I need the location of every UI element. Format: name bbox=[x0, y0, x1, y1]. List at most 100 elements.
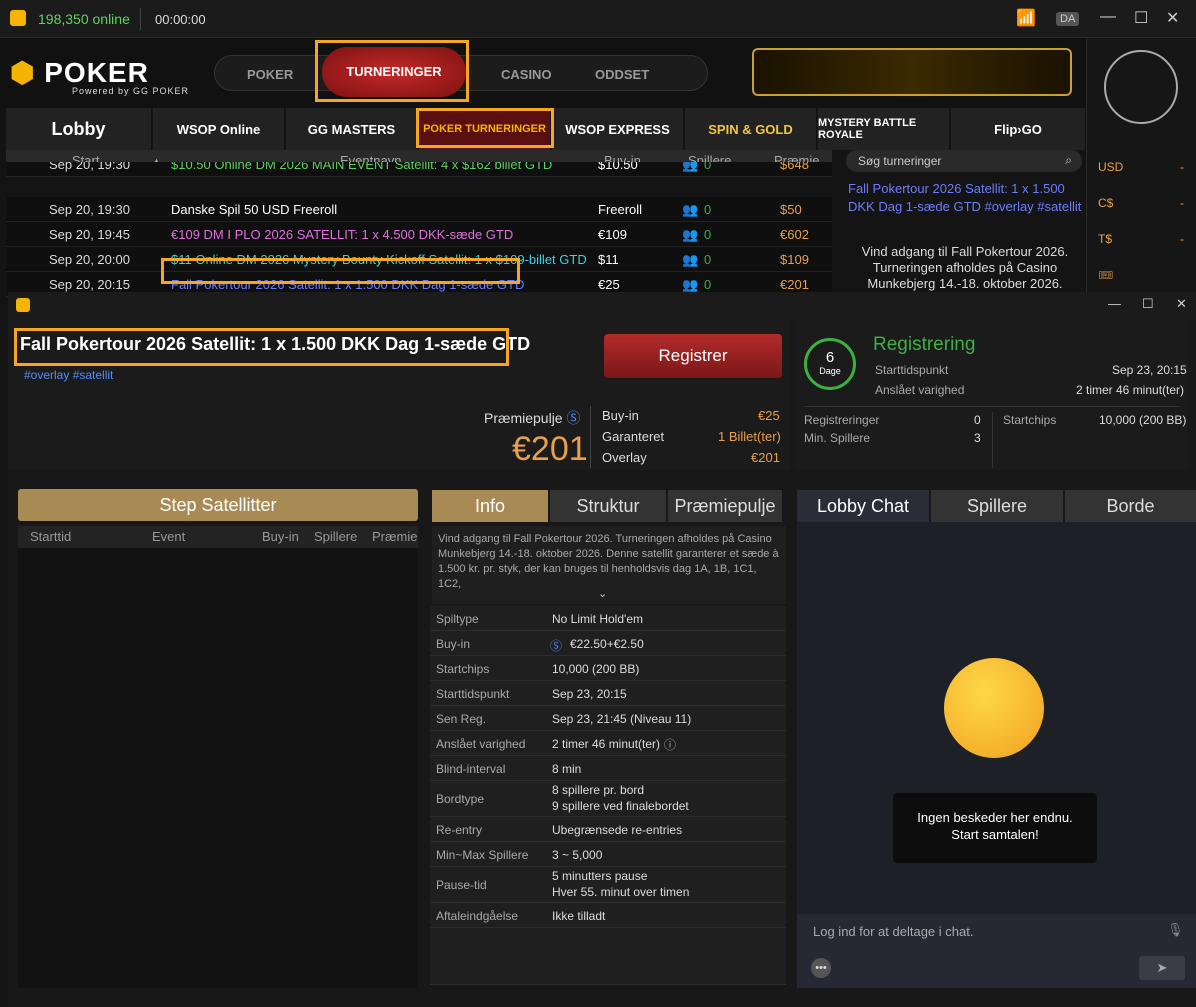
info-row: Blind-interval 8 min bbox=[430, 756, 786, 781]
send-button[interactable]: ➤ bbox=[1139, 956, 1185, 980]
start-label: Starttidspunkt bbox=[875, 363, 949, 377]
tab-battle-royale[interactable]: MYSTERY BATTLE ROYALE bbox=[818, 108, 950, 150]
poker-logo: ⬢ POKER Powered by GG POKER bbox=[10, 56, 188, 96]
col-players[interactable]: Spillere bbox=[314, 529, 357, 544]
maximize-button[interactable]: ☐ bbox=[1134, 8, 1148, 28]
chat-input[interactable]: Log ind for at deltage i chat. bbox=[813, 924, 973, 939]
nav-poker[interactable]: POKER bbox=[247, 67, 293, 82]
row-players: 0 bbox=[704, 227, 712, 242]
close-button[interactable]: ✕ bbox=[1176, 296, 1187, 312]
chevron-down-icon[interactable]: ⌄ bbox=[598, 587, 607, 602]
tab-ggmasters[interactable]: GG MASTERS bbox=[286, 108, 418, 150]
info-filler bbox=[430, 928, 786, 985]
info-row: Pause-tid 5 minutters pause Hver 55. min… bbox=[430, 867, 786, 903]
highlight-row bbox=[161, 258, 520, 284]
row-start: Sep 20, 19:30 bbox=[49, 162, 130, 172]
tab-label: WSOP EXPRESS bbox=[565, 121, 670, 137]
nav-casino[interactable]: CASINO bbox=[501, 67, 552, 82]
tab-info[interactable]: Info bbox=[432, 490, 548, 522]
col-buyin[interactable]: Buy-in bbox=[262, 529, 299, 544]
table-row[interactable]: Sep 20, 19:45 €109 DM I PLO 2026 SATELLI… bbox=[6, 222, 832, 247]
prizepool-label: Præmiepulje Ⓢ bbox=[484, 408, 580, 428]
event-tags[interactable]: #overlay #satellit bbox=[24, 368, 113, 382]
table-row[interactable]: Sep 20, 19:30 Danske Spil 50 USD Freerol… bbox=[6, 197, 832, 222]
status-state: Registrering bbox=[873, 334, 976, 355]
registrations-label: Registreringer bbox=[804, 413, 880, 427]
close-button[interactable]: ✕ bbox=[1166, 8, 1179, 28]
row-prize: $648 bbox=[780, 162, 809, 172]
startchips-label: Startchips bbox=[1003, 413, 1057, 427]
players-icon: 👥 bbox=[682, 252, 699, 267]
tab-wsop-express[interactable]: WSOP EXPRESS bbox=[552, 108, 684, 150]
tab-struktur[interactable]: Struktur bbox=[550, 490, 666, 522]
side-description: Vind adgang til Fall Pokertour 2026. Tur… bbox=[861, 244, 1069, 291]
register-button[interactable]: Registrer bbox=[604, 334, 782, 378]
info-icon[interactable]: ⓘ bbox=[664, 736, 676, 753]
row-event: €109 DM I PLO 2026 SATELLIT: 1 x 4.500 D… bbox=[171, 227, 514, 242]
min-players-label: Min. Spillere bbox=[804, 431, 871, 445]
side-title[interactable]: Fall Pokertour 2026 Satellit: 1 x 1.500 … bbox=[848, 180, 1082, 216]
step-satellites-title: Step Satellitter bbox=[18, 489, 418, 521]
dice-icon: ⬢ bbox=[10, 57, 36, 88]
guaranteed-label: Garanteret bbox=[602, 429, 665, 444]
tab-spin-gold[interactable]: SPIN & GOLD bbox=[685, 108, 817, 150]
info-value-2: 9 spillere ved finalebordet bbox=[552, 799, 689, 813]
info-intro-text: Vind adgang til Fall Pokertour 2026. Tur… bbox=[438, 533, 779, 590]
days-number: 6 bbox=[825, 349, 835, 366]
tab-lobby-chat[interactable]: Lobby Chat bbox=[797, 490, 929, 522]
promo-banner[interactable] bbox=[752, 48, 1072, 96]
info-row: Re-entry Ubegrænsede re-entries bbox=[430, 817, 786, 842]
row-prize: €201 bbox=[780, 277, 809, 292]
info-row: Startchips 10,000 (200 BB) bbox=[430, 656, 786, 681]
tab-borde[interactable]: Borde bbox=[1065, 490, 1196, 522]
info-value: Sep 23, 21:45 (Niveau 11) bbox=[552, 712, 692, 726]
players-icon: 👥 bbox=[682, 202, 699, 217]
more-icon[interactable]: ••• bbox=[811, 958, 831, 978]
info-row: Sen Reg. Sep 23, 21:45 (Niveau 11) bbox=[430, 706, 786, 731]
currency-label: C$ bbox=[1098, 196, 1114, 210]
tab-wsop-online[interactable]: WSOP Online bbox=[153, 108, 285, 150]
info-value: Ikke tilladt bbox=[552, 909, 606, 923]
title-bar: 198,350 online 00:00:00 📶 DA — ☐ ✕ bbox=[0, 0, 1196, 38]
info-value: 10,000 (200 BB) bbox=[552, 662, 640, 676]
table-row[interactable]: Sep 20, 19:30 $10.50 Online DM 2026 MAIN… bbox=[6, 162, 832, 177]
currency-label: T$ bbox=[1098, 232, 1113, 246]
currency-usd: USD - bbox=[1098, 160, 1184, 174]
minimize-button[interactable]: — bbox=[1100, 8, 1116, 26]
info-value: 5 minutters pause bbox=[552, 869, 648, 883]
chat-input-area: Log ind for at deltage i chat. 🎙 ••• ➤ bbox=[797, 914, 1196, 988]
row-prize: €602 bbox=[780, 227, 809, 242]
language-badge[interactable]: DA bbox=[1056, 12, 1080, 26]
info-key: Anslået varighed bbox=[436, 737, 526, 751]
tab-lobby[interactable]: Lobby bbox=[6, 108, 152, 150]
divider bbox=[804, 406, 1180, 407]
brand-name: POKER bbox=[44, 57, 149, 88]
info-value: 3 ~ 5,000 bbox=[552, 848, 603, 862]
info-value: No Limit Hold'em bbox=[552, 612, 643, 626]
maximize-button[interactable]: ☐ bbox=[1142, 296, 1154, 312]
tab-spillere[interactable]: Spillere bbox=[931, 490, 1063, 522]
info-key: Buy-in bbox=[436, 637, 471, 651]
nav-oddset[interactable]: ODDSET bbox=[595, 67, 649, 82]
currency-label: USD bbox=[1098, 160, 1124, 174]
col-prize[interactable]: Præmie bbox=[372, 529, 418, 544]
currency-swap-icon[interactable]: Ⓢ bbox=[566, 410, 580, 426]
search-input[interactable]: Søg turneringer ⌕ bbox=[846, 150, 1082, 172]
col-starttid[interactable]: Starttid bbox=[30, 529, 71, 544]
info-row: Bordtype 8 spillere pr. bord 9 spillere … bbox=[430, 781, 786, 817]
search-placeholder: Søg turneringer bbox=[858, 154, 942, 168]
currency-swap-icon[interactable]: Ⓢ bbox=[550, 637, 562, 654]
info-key: Bordtype bbox=[436, 792, 485, 806]
col-event[interactable]: Event bbox=[152, 529, 185, 544]
microphone-icon[interactable]: 🎙 bbox=[1167, 922, 1184, 938]
divider bbox=[140, 8, 141, 30]
tab-label: Lobby bbox=[51, 118, 106, 139]
info-row: Spiltype No Limit Hold'em bbox=[430, 606, 786, 631]
minimize-button[interactable]: — bbox=[1108, 296, 1121, 311]
app-icon bbox=[16, 298, 30, 312]
avatar[interactable] bbox=[1104, 50, 1178, 124]
tab-praemiepulje[interactable]: Præmiepulje bbox=[668, 490, 782, 522]
app-icon bbox=[10, 10, 26, 26]
info-key: Sen Reg. bbox=[436, 712, 487, 726]
tab-flip-go[interactable]: Flip›GO bbox=[951, 108, 1086, 150]
